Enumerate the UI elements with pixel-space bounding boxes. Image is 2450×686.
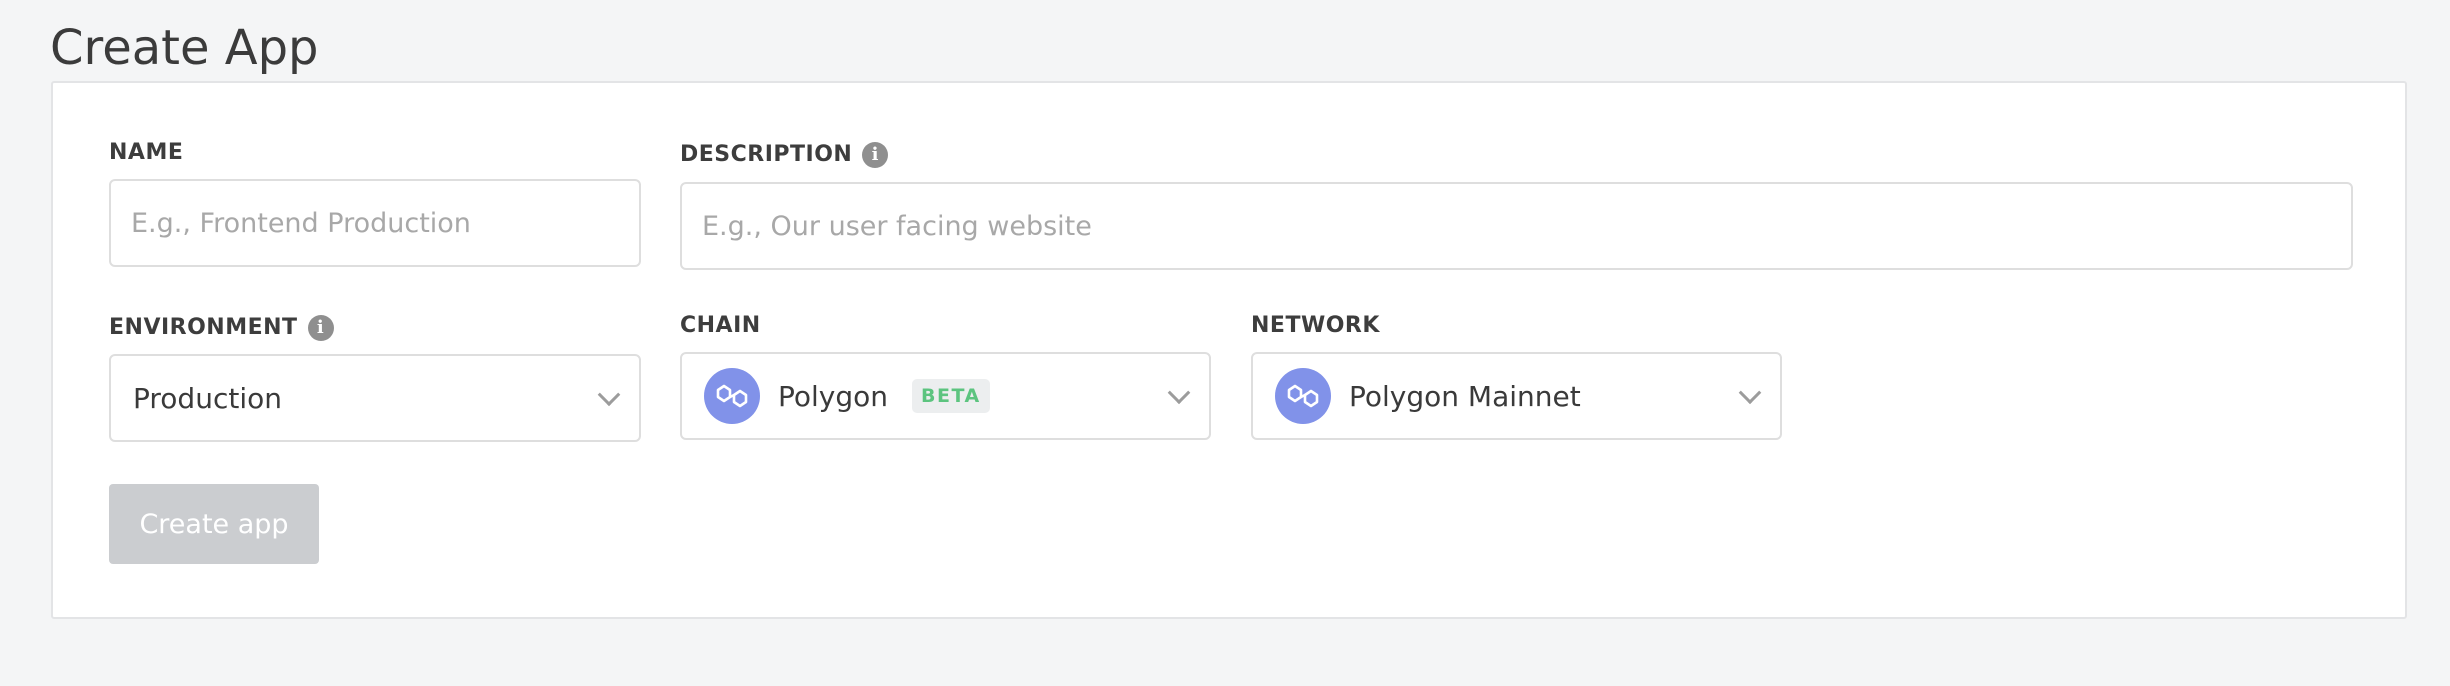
info-icon[interactable]: i xyxy=(862,142,889,168)
chain-label: CHAIN xyxy=(680,311,761,341)
environment-value: Production xyxy=(133,381,282,415)
chain-select[interactable]: Polygon BETA xyxy=(680,352,1211,440)
info-icon[interactable]: i xyxy=(307,315,334,341)
environment-label-text: ENVIRONMENT xyxy=(109,315,298,340)
chain-value: Polygon xyxy=(778,379,889,413)
chevron-down-icon xyxy=(1167,381,1191,405)
create-app-form: NAME DESCRIPTION i ENVIRONMENT i Product… xyxy=(51,81,2407,619)
description-input[interactable] xyxy=(680,182,2353,270)
chevron-down-icon xyxy=(1738,381,1762,405)
network-label-text: NETWORK xyxy=(1251,313,1380,338)
environment-label: ENVIRONMENT i xyxy=(109,313,334,343)
description-label: DESCRIPTION i xyxy=(680,140,889,170)
name-label: NAME xyxy=(109,138,183,168)
network-select[interactable]: Polygon Mainnet xyxy=(1251,352,1782,440)
name-input[interactable] xyxy=(109,179,641,267)
environment-select[interactable]: Production xyxy=(109,354,641,442)
create-app-button[interactable]: Create app xyxy=(109,484,319,564)
polygon-icon xyxy=(1275,368,1331,424)
page-title: Create App xyxy=(50,20,319,76)
name-label-text: NAME xyxy=(109,140,184,165)
description-label-text: DESCRIPTION xyxy=(680,142,853,167)
beta-badge: BETA xyxy=(912,379,990,413)
chain-label-text: CHAIN xyxy=(680,313,761,338)
polygon-icon xyxy=(704,368,760,424)
network-value: Polygon Mainnet xyxy=(1349,379,1581,413)
network-label: NETWORK xyxy=(1251,311,1380,341)
chevron-down-icon xyxy=(597,383,621,407)
